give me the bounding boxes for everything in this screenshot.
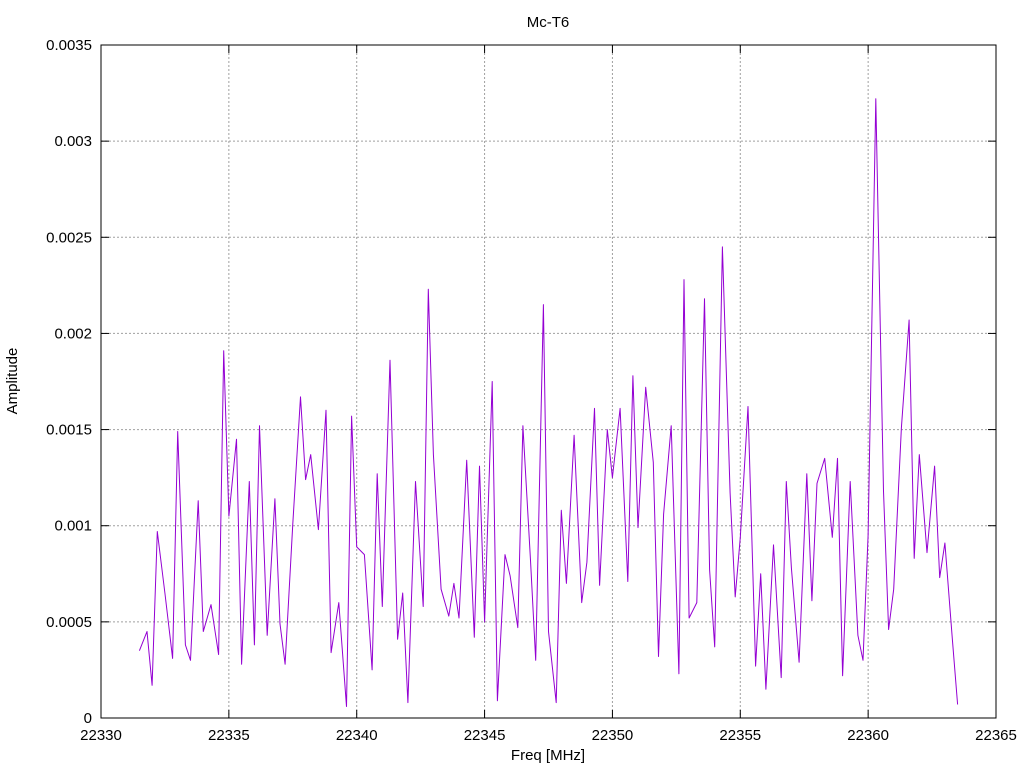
y-tick-label: 0.0035 bbox=[46, 37, 92, 54]
x-tick-label: 22340 bbox=[336, 727, 378, 744]
y-tick-label: 0.003 bbox=[54, 133, 92, 150]
chart-title: Mc-T6 bbox=[527, 14, 570, 31]
y-axis-label: Amplitude bbox=[4, 348, 21, 415]
y-tick-label: 0.002 bbox=[54, 325, 92, 342]
x-tick-label: 22335 bbox=[208, 727, 250, 744]
series-group bbox=[138, 98, 959, 707]
series-line bbox=[138, 98, 959, 707]
x-tick-label: 22345 bbox=[464, 727, 506, 744]
x-tick-label: 22365 bbox=[975, 727, 1017, 744]
x-tick-label: 22350 bbox=[592, 727, 634, 744]
x-tick-labels: 22330 22335 22340 22345 22350 22355 22360 22365 bbox=[80, 727, 1017, 744]
y-tick-label: 0.0025 bbox=[46, 229, 92, 246]
x-axis-label: Freq [MHz] bbox=[511, 747, 585, 764]
x-tick-label: 22355 bbox=[719, 727, 761, 744]
x-tick-label: 22330 bbox=[80, 727, 122, 744]
y-tick-label: 0 bbox=[84, 710, 92, 727]
chart: 22330 22335 22340 22345 22350 22355 22360 22365… bbox=[4, 14, 1017, 764]
y-tick-label: 0.0015 bbox=[46, 422, 92, 439]
y-tick-label: 0.001 bbox=[54, 518, 92, 535]
y-tick-labels: 0 0.0005 0.001 0.0015 0.002 0.0025 0.003 0.0035 bbox=[46, 37, 92, 727]
y-tick-label: 0.0005 bbox=[46, 614, 92, 631]
x-tick-label: 22360 bbox=[847, 727, 889, 744]
